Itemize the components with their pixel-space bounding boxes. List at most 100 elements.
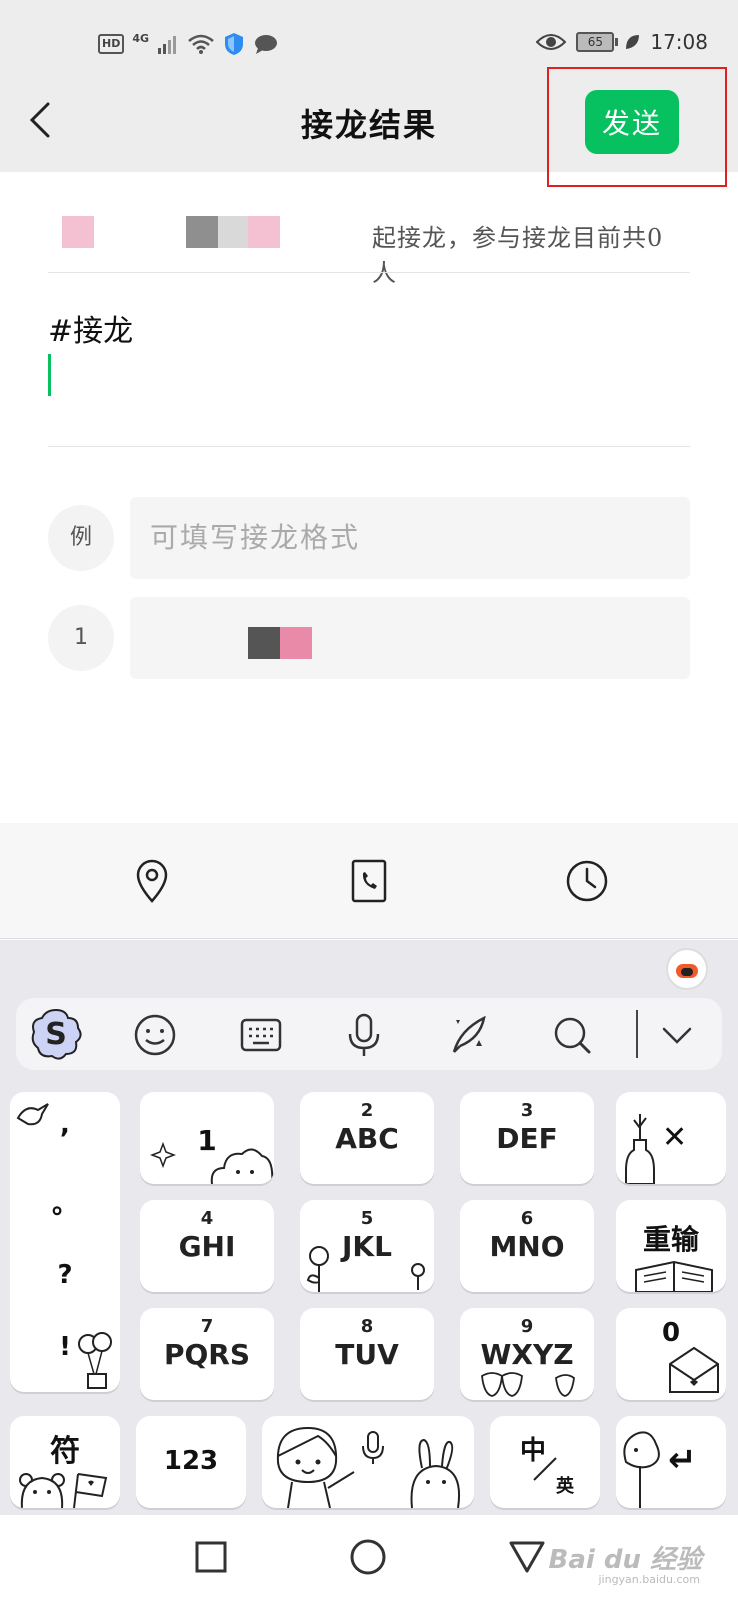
number-mode-key[interactable]: 123 bbox=[136, 1416, 246, 1508]
key-8[interactable]: 8 TUV bbox=[300, 1308, 434, 1400]
key-7[interactable]: 7 PQRS bbox=[140, 1308, 274, 1400]
keyboard-mascot-icon[interactable] bbox=[666, 948, 708, 990]
redacted-name-2 bbox=[218, 216, 248, 248]
key-number: 5 bbox=[360, 1208, 374, 1229]
sogou-logo-icon[interactable]: S bbox=[28, 1006, 84, 1062]
key-letters: PQRS bbox=[163, 1338, 251, 1371]
number-mode-label: 123 bbox=[163, 1446, 219, 1476]
solitaire-info: 起接龙，参与接龙目前共0人 bbox=[48, 212, 688, 287]
example-format-input[interactable]: 可填写接龙格式 bbox=[130, 497, 690, 579]
send-button[interactable]: 发送 bbox=[585, 90, 679, 154]
back-triangle-icon[interactable] bbox=[507, 1537, 547, 1577]
envelope-icon bbox=[669, 1346, 719, 1393]
divider bbox=[48, 446, 690, 447]
delete-key[interactable]: ✕ bbox=[616, 1092, 726, 1184]
battery-indicator: 65 bbox=[576, 32, 619, 52]
microphone-icon[interactable] bbox=[341, 1012, 387, 1058]
phone-icon[interactable] bbox=[345, 857, 393, 905]
message-icon bbox=[255, 35, 278, 54]
key-number: 6 bbox=[520, 1208, 534, 1229]
key-number: 7 bbox=[200, 1316, 214, 1337]
redacted-avatar bbox=[62, 216, 94, 248]
entry-input-1[interactable] bbox=[130, 597, 690, 679]
key-2[interactable]: 2 ABC bbox=[300, 1092, 434, 1184]
enter-key[interactable]: ↵ bbox=[616, 1416, 726, 1508]
text-cursor bbox=[48, 354, 51, 396]
key-number: 3 bbox=[520, 1100, 534, 1121]
punct-period[interactable]: 。 bbox=[10, 1184, 120, 1221]
retype-key[interactable]: 重输 bbox=[616, 1200, 726, 1292]
key-9[interactable]: 9 WXYZ bbox=[460, 1308, 594, 1400]
key-letters: GHI bbox=[178, 1230, 236, 1263]
example-badge: 例 bbox=[48, 505, 114, 571]
svg-text:S: S bbox=[45, 1017, 67, 1052]
status-left: HD 4G bbox=[98, 32, 279, 56]
key-0[interactable]: 0 bbox=[616, 1308, 726, 1400]
punct-question[interactable]: ? bbox=[10, 1260, 120, 1290]
bear-icon bbox=[19, 1473, 108, 1508]
key-5[interactable]: 5 JKL bbox=[300, 1200, 434, 1292]
clock-time: 17:08 bbox=[650, 30, 708, 54]
emoji-icon[interactable] bbox=[132, 1012, 178, 1058]
key-4[interactable]: 4 GHI bbox=[140, 1200, 274, 1292]
recent-apps-icon[interactable] bbox=[191, 1537, 231, 1577]
tree-icon bbox=[623, 1431, 660, 1508]
location-icon[interactable] bbox=[128, 857, 176, 905]
chevron-down-icon[interactable] bbox=[654, 1012, 700, 1058]
space-key[interactable] bbox=[262, 1416, 474, 1508]
key-number: 2 bbox=[360, 1100, 374, 1121]
symbol-key[interactable]: 符 bbox=[10, 1416, 120, 1508]
network-type: 4G bbox=[132, 31, 150, 45]
lang-bottom: 英 bbox=[556, 1476, 574, 1497]
hd-indicator: HD bbox=[98, 34, 125, 54]
wifi-icon bbox=[188, 34, 214, 54]
key-number: 8 bbox=[360, 1316, 374, 1337]
cloud-icon bbox=[210, 1148, 274, 1184]
watermark-logo: Bai du 经验 bbox=[548, 1545, 703, 1575]
clock-icon[interactable] bbox=[563, 857, 611, 905]
small-flower-icon bbox=[411, 1263, 425, 1290]
keyboard-toolbar: S bbox=[16, 998, 722, 1070]
key-3[interactable]: 3 DEF bbox=[460, 1092, 594, 1184]
search-icon[interactable] bbox=[549, 1012, 595, 1058]
topic-text[interactable]: #接龙 bbox=[48, 306, 133, 350]
key-number: 4 bbox=[200, 1208, 214, 1229]
sparkle-icon bbox=[150, 1142, 176, 1168]
punctuation-panel[interactable]: , 。 ? ! bbox=[10, 1092, 120, 1392]
redacted-entry bbox=[248, 627, 280, 659]
keyboard-icon[interactable] bbox=[238, 1012, 284, 1058]
key-letters: TUV bbox=[335, 1338, 399, 1371]
info-text: 起接龙，参与接龙目前共0人 bbox=[372, 224, 664, 287]
signal-icon bbox=[158, 36, 177, 54]
top-bar: HD 4G 65 17:08 接龙结果 发送 bbox=[0, 0, 738, 187]
flower-icon bbox=[306, 1246, 329, 1292]
handwriting-icon[interactable] bbox=[446, 1012, 492, 1058]
language-switch-key[interactable]: 中 英 bbox=[490, 1416, 600, 1508]
girl-illustration-icon bbox=[276, 1426, 355, 1508]
send-highlight-box: 发送 bbox=[547, 67, 727, 187]
key-1[interactable]: 1 bbox=[140, 1092, 274, 1184]
attachment-toolbar bbox=[0, 823, 738, 939]
leaf-icon bbox=[626, 35, 640, 49]
home-icon[interactable] bbox=[348, 1537, 388, 1577]
toolbar-separator bbox=[636, 1010, 638, 1058]
key-letters: DEF bbox=[496, 1122, 558, 1155]
key-number: 9 bbox=[520, 1316, 534, 1337]
row-number-badge: 1 bbox=[48, 605, 114, 671]
key-letters: ABC bbox=[335, 1122, 399, 1155]
key-letters: MNO bbox=[489, 1230, 565, 1263]
strawberry-icon bbox=[481, 1372, 575, 1397]
system-nav-bar: Bai du 经验 jingyan.baidu.com bbox=[0, 1515, 738, 1600]
punct-comma[interactable]: , bbox=[10, 1110, 120, 1140]
key-letters: WXYZ bbox=[480, 1338, 574, 1371]
redacted-name bbox=[186, 216, 218, 248]
book-icon bbox=[635, 1260, 713, 1292]
bunny-icon bbox=[410, 1438, 460, 1508]
space-mic-icon bbox=[362, 1431, 384, 1464]
eye-icon bbox=[536, 34, 567, 50]
keyboard: S , 。 ? ! 1 2 ABC 3 DEF ✕ 4 GHI 5 JKL 6 … bbox=[0, 940, 738, 1515]
key-6[interactable]: 6 MNO bbox=[460, 1200, 594, 1292]
enter-label: ↵ bbox=[668, 1440, 697, 1480]
divider bbox=[48, 272, 690, 273]
redacted-name-3 bbox=[248, 216, 280, 248]
